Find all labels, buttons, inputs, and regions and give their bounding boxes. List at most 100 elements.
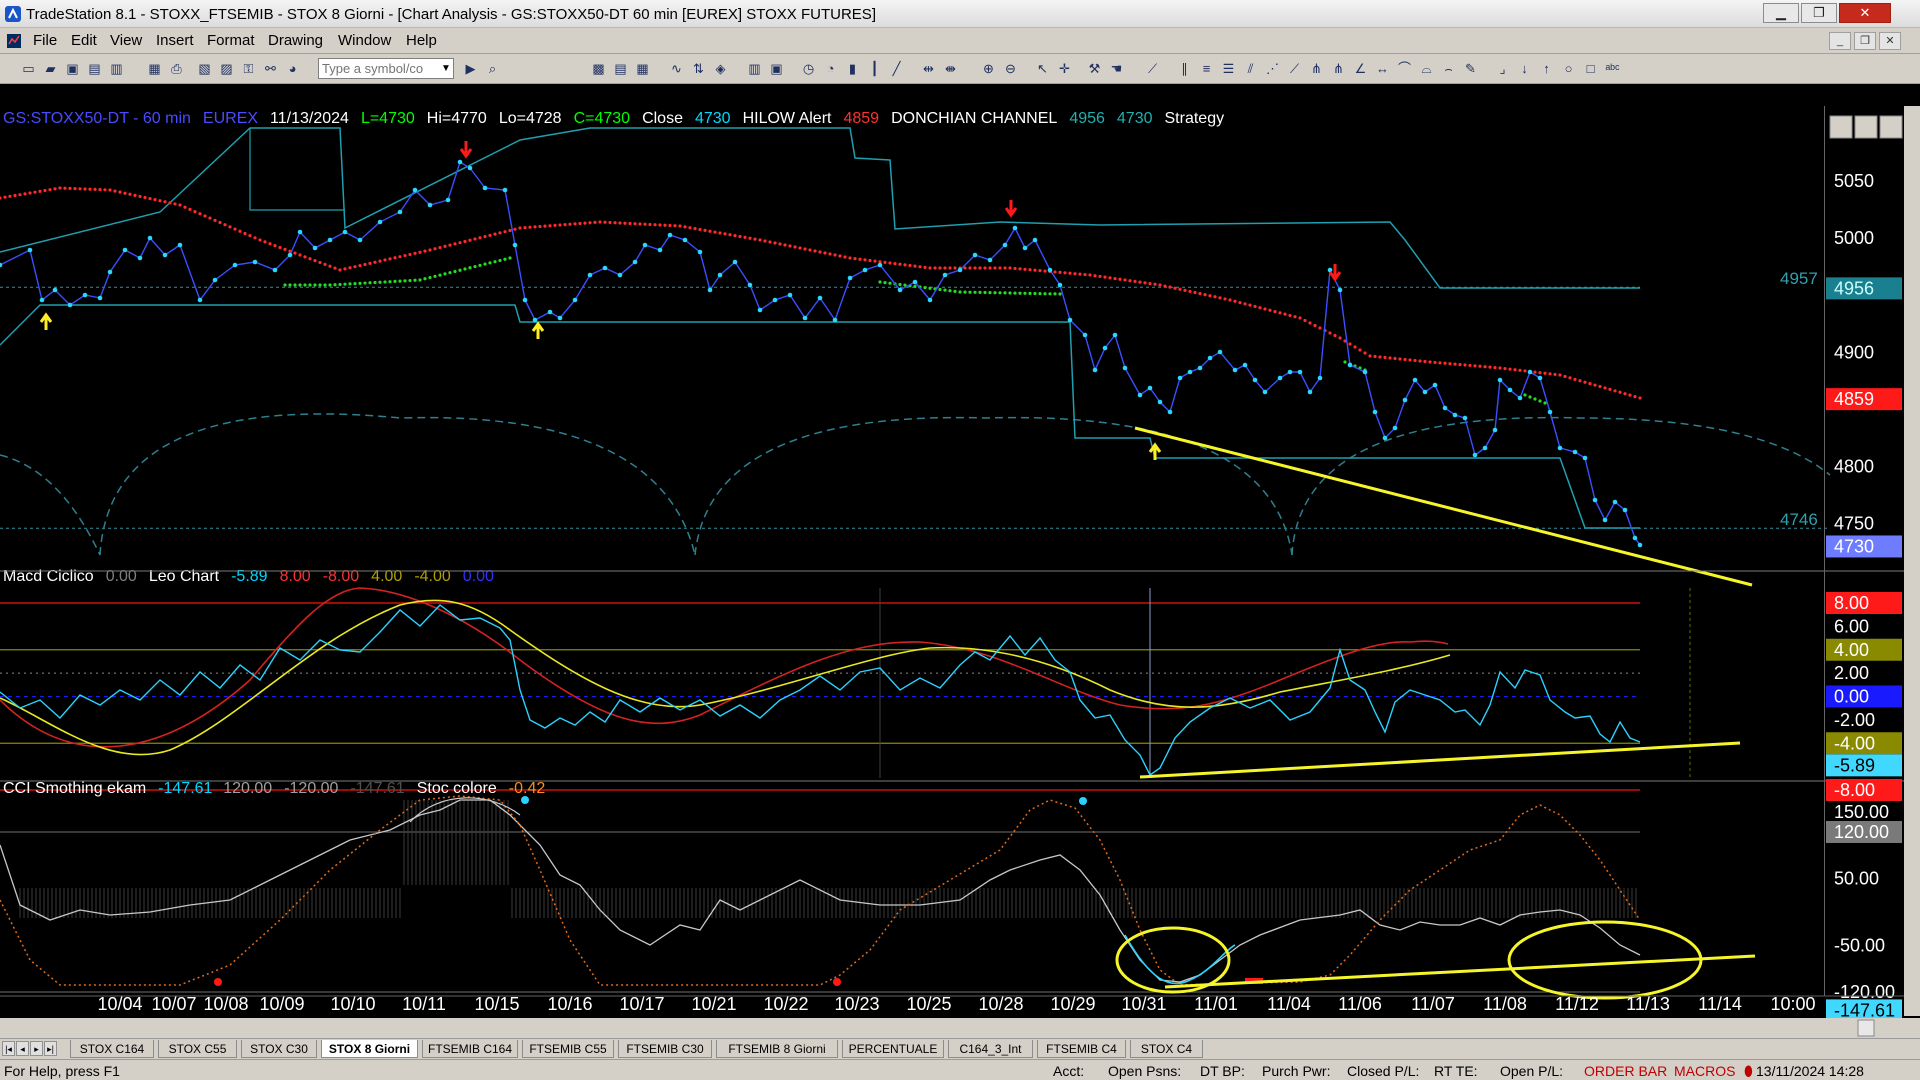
save-icon[interactable]: ▥ [108,60,125,77]
arc-lines-icon[interactable]: ⌓ [1418,60,1435,77]
menu-help[interactable]: Help [406,32,437,49]
pointer-icon[interactable]: ↖ [1034,60,1051,77]
mdi-close-button[interactable]: ✕ [1879,32,1901,50]
freehand-icon[interactable]: ✎ [1462,60,1479,77]
arrows-icon[interactable]: ↔ [1374,60,1391,77]
menu-file[interactable]: File [33,32,57,49]
matrix-icon[interactable]: ▦ [634,60,651,77]
tab-last-icon[interactable]: ▸| [44,1041,57,1056]
chart-window-icon[interactable] [6,33,22,49]
cycle-icon[interactable]: ⌢ [1440,60,1457,77]
lock-icon[interactable]: ⚿ [240,60,257,77]
hand-icon[interactable]: ☚ [1108,60,1125,77]
workspace-tab[interactable]: FTSEMIB C55 [522,1040,614,1058]
expand-icon[interactable]: ⇼ [942,60,959,77]
menu-edit[interactable]: Edit [71,32,97,49]
pitchfork-icon[interactable]: ⋔ [1330,60,1347,77]
tab-next-icon[interactable]: ▸ [30,1041,43,1056]
trendline-icon[interactable]: ⟋ [1144,60,1161,77]
open-folder-icon[interactable]: ▰ [42,60,59,77]
horizontal-lines-icon[interactable]: ≡ [1198,60,1215,77]
alarm-icon[interactable]: ◷ [800,60,817,77]
ma-dot [1248,303,1252,307]
workspace-tab[interactable]: STOX C4 [1130,1040,1203,1058]
tab-first-icon[interactable]: |◂ [2,1041,15,1056]
print-preview-icon[interactable]: ▦ [146,60,163,77]
tab-prev-icon[interactable]: ◂ [16,1041,29,1056]
zoom-in-icon[interactable]: ⊕ [980,60,997,77]
workspace-tab[interactable]: STOX C164 [70,1040,154,1058]
menu-view[interactable]: View [110,32,142,49]
menu-insert[interactable]: Insert [156,32,194,49]
chart-area[interactable]: GS:STOXX50-DT - 60 min EUREX 11/13/2024 L=4… [0,84,1920,1038]
tick-icon[interactable]: ◔ [822,60,839,77]
workspace-tab[interactable]: STOX 8 Giorni [321,1040,418,1058]
window-layout-icon[interactable]: ▧ [196,60,213,77]
options-icon[interactable]: ▣ [768,60,785,77]
workspace-tab[interactable]: FTSEMIB 8 Giorni [716,1040,838,1058]
workspace-tab[interactable]: STOX C30 [241,1040,317,1058]
workspace-icon[interactable]: ▤ [86,60,103,77]
indicator-icon[interactable]: ∿ [668,60,685,77]
channel-icon[interactable]: ⫽ [1242,60,1259,77]
link-icon[interactable]: ⚯ [262,60,279,77]
candle-icon[interactable]: ┃ [866,60,883,77]
symbol-input[interactable] [318,58,454,79]
cascade-icon[interactable]: ▨ [218,60,235,77]
maximize-button[interactable]: ❐ [1801,3,1837,23]
menu-format[interactable]: Format [207,32,255,49]
workspace-tab[interactable]: FTSEMIB C30 [618,1040,712,1058]
line-chart-icon[interactable]: ╱ [888,60,905,77]
swing-icon[interactable]: ⌟ [1494,60,1511,77]
save-all-icon[interactable]: ▣ [64,60,81,77]
new-icon[interactable]: ▭ [20,60,37,77]
angle-icon[interactable]: ∠ [1352,60,1369,77]
rectangle-icon[interactable]: □ [1582,60,1599,77]
order-bar-button[interactable]: ORDER BAR [1584,1063,1667,1079]
arrow-down-icon[interactable]: ↓ [1516,60,1533,77]
bar-chart-icon[interactable]: ▮ [844,60,861,77]
mdi-minimize-button[interactable]: _ [1829,32,1851,50]
menu-window[interactable]: Window [338,32,391,49]
print-icon[interactable]: ⎙ [168,60,185,77]
mdi-restore-button[interactable]: ❐ [1854,32,1876,50]
workspace-tab[interactable]: PERCENTUALE [842,1040,944,1058]
ma-dot [1438,361,1442,365]
ellipse-icon[interactable]: ○ [1560,60,1577,77]
tools-icon[interactable]: ⚒ [1086,60,1103,77]
compress-icon[interactable]: ⇹ [920,60,937,77]
menu-drawing[interactable]: Drawing [268,32,323,49]
crosshair-icon[interactable]: ✛ [1056,60,1073,77]
price-dot [1527,369,1533,375]
symbol-lookup-icon[interactable]: ⌕ [484,60,501,77]
price-dot [707,287,713,293]
text-icon[interactable]: ᵃᵇᶜ [1604,60,1621,77]
chevron-down-icon[interactable]: ▼ [438,59,454,78]
ma-dot [18,193,22,197]
arc-icon[interactable]: ⌒ [1396,60,1413,77]
minimize-button[interactable]: ▁ [1763,3,1799,23]
showme-icon[interactable]: ◈ [712,60,729,77]
arrow-up-icon[interactable]: ↑ [1538,60,1555,77]
ma-green-dot [428,275,432,280]
speed-lines-icon[interactable]: ⟋ [1286,60,1303,77]
workspace-tab-bar: |◂ ◂ ▸ ▸| STOX C164 STOX C55 STOX C30 STOX … [0,1038,1920,1059]
andrews-icon[interactable]: ⋔ [1308,60,1325,77]
ma-green-dot [463,267,467,271]
workspace-tab[interactable]: FTSEMIB C4 [1037,1040,1126,1058]
chart-analysis-icon[interactable]: ▩ [590,60,607,77]
strategy-icon[interactable]: ⇅ [690,60,707,77]
color-icon[interactable]: ◕ [284,60,301,77]
go-arrow-icon[interactable]: ▶ [462,60,479,77]
gann-icon[interactable]: ⋰ [1264,60,1281,77]
workspace-tab[interactable]: STOX C55 [158,1040,237,1058]
zoom-out-icon[interactable]: ⊖ [1002,60,1019,77]
fib-icon[interactable]: ☰ [1220,60,1237,77]
macros-button[interactable]: MACROS [1674,1063,1735,1079]
workspace-tab[interactable]: C164_3_Int [948,1040,1033,1058]
workspace-tab[interactable]: FTSEMIB C164 [422,1040,518,1058]
close-button[interactable]: ✕ [1839,3,1891,23]
vertical-lines-icon[interactable]: ∥ [1176,60,1193,77]
time-sales-icon[interactable]: ▥ [746,60,763,77]
radarscreen-icon[interactable]: ▤ [612,60,629,77]
